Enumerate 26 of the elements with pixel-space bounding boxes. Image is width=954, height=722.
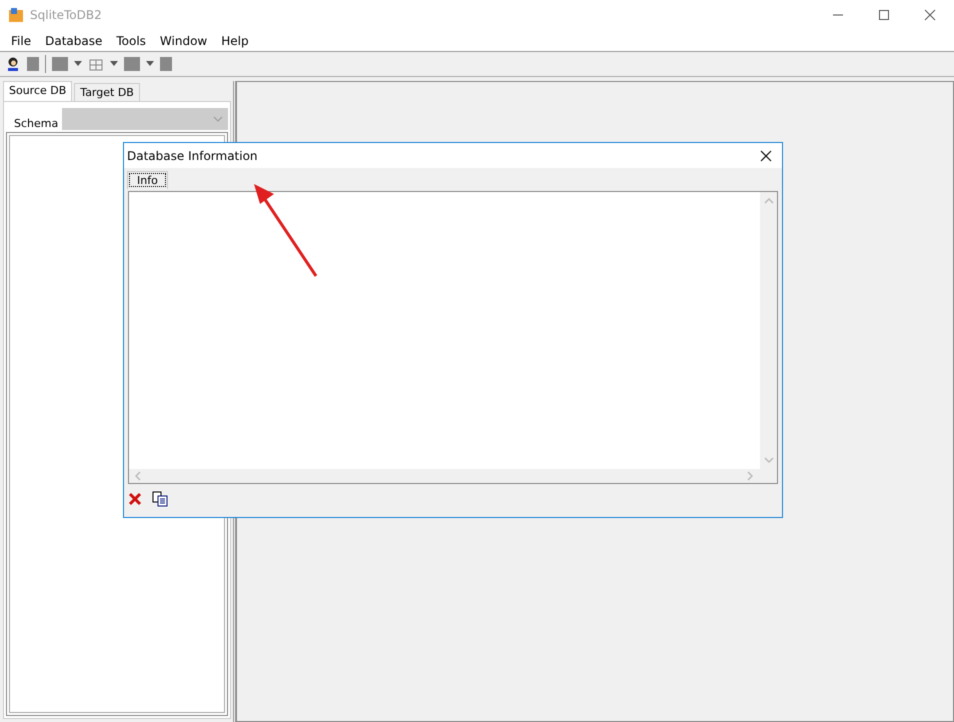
close-icon[interactable]	[924, 9, 936, 21]
close-icon[interactable]	[760, 150, 772, 162]
caret-icon[interactable]	[146, 61, 154, 67]
scroll-up-icon[interactable]	[764, 198, 774, 204]
menu-item[interactable]: Window	[152, 34, 214, 48]
menu-item[interactable]: File	[4, 34, 38, 48]
delete-icon[interactable]	[128, 492, 142, 506]
dialog-title: Database Information	[127, 148, 258, 162]
scroll-right-icon[interactable]	[747, 471, 753, 481]
caret-icon[interactable]	[110, 61, 118, 67]
app-icon	[8, 7, 24, 23]
menu-item[interactable]: Database	[38, 34, 110, 48]
copy-icon[interactable]	[152, 491, 168, 507]
person-icon[interactable]	[5, 56, 21, 72]
tab[interactable]: Info	[127, 171, 168, 189]
menu-item[interactable]: Help	[214, 34, 256, 48]
caret-icon[interactable]	[74, 61, 82, 67]
scroll-down-icon[interactable]	[764, 457, 774, 463]
maximize-icon[interactable]	[878, 9, 890, 21]
tab[interactable]: Source DB	[3, 81, 72, 101]
window-title: SqliteToDB2	[30, 8, 102, 22]
schema-label: Schema	[14, 117, 58, 130]
chevron-down-icon	[213, 116, 223, 122]
menu-item[interactable]: Tools	[109, 34, 153, 48]
tab[interactable]: Target DB	[74, 83, 140, 101]
scroll-left-icon[interactable]	[135, 471, 141, 481]
